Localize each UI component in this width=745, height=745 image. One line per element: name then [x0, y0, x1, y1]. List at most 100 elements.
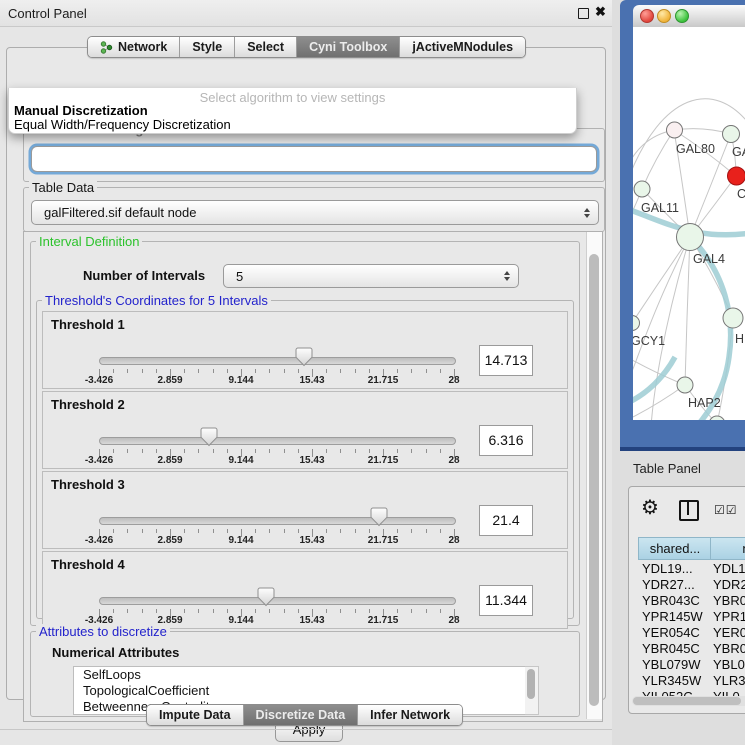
threshold-label: Threshold 3	[51, 477, 125, 492]
close-traffic-light-icon[interactable]	[640, 9, 654, 23]
slider-tick	[269, 609, 270, 613]
stepper-arrows-icon	[504, 271, 510, 281]
slider-tick	[142, 609, 143, 613]
column-header-name[interactable]: n	[710, 537, 745, 560]
table-row[interactable]: YLR345WYLR3	[629, 673, 745, 689]
tab-jactivemnodules[interactable]: jActiveMNodules	[399, 37, 525, 57]
slider-tick	[355, 529, 356, 533]
tab-network[interactable]: Network	[88, 37, 179, 57]
numerical-attributes-label: Numerical Attributes	[52, 645, 179, 660]
scrollbar-thumb[interactable]	[527, 669, 535, 699]
scrollbar-thumb[interactable]	[633, 697, 741, 705]
slider-tick-label: 15.43	[299, 375, 324, 386]
network-canvas[interactable]: GAL80GACGAL11GAL4GCY1HHAP2	[633, 27, 745, 420]
tab-style[interactable]: Style	[179, 37, 234, 57]
slider-tick-label: 28	[448, 375, 459, 386]
slider-tick	[142, 449, 143, 453]
threshold-value-field[interactable]: 14.713	[479, 345, 533, 376]
slider-tick-label: 9.144	[228, 455, 253, 466]
table-row[interactable]: YPR145WYPR1	[629, 609, 745, 625]
network-node[interactable]	[677, 377, 693, 393]
attribute-item-topologicalcoefficient[interactable]: TopologicalCoefficient	[74, 683, 526, 699]
slider-tick	[298, 369, 299, 373]
tab-discretize-data[interactable]: Discretize Data	[243, 705, 358, 725]
threshold-panel-2: Threshold 2-3.4262.8599.14415.4321.71528…	[42, 391, 568, 469]
slider-track[interactable]	[99, 597, 456, 605]
slider-track[interactable]	[99, 357, 456, 365]
cell-shared-name: YDR27...	[642, 577, 695, 592]
cell-shared-name: YLR345W	[642, 673, 701, 688]
algorithm-combobox[interactable]	[31, 146, 597, 172]
horizontal-scrollbar[interactable]	[632, 696, 745, 706]
column-header-shared[interactable]: shared...	[638, 537, 712, 560]
cell-shared-name: YPR145W	[642, 609, 703, 624]
vertical-scrollbar[interactable]	[586, 232, 602, 719]
network-node[interactable]	[723, 126, 740, 143]
network-node[interactable]	[633, 316, 640, 331]
attributes-list-scrollbar[interactable]	[525, 666, 539, 715]
slider-thumb[interactable]	[295, 347, 313, 367]
slider-tick	[284, 369, 285, 373]
tab-select[interactable]: Select	[234, 37, 296, 57]
slider-tick-label: 9.144	[228, 615, 253, 626]
slider-thumb[interactable]	[200, 427, 218, 447]
cyni-toolbox-panel: Discretization Algorithm Table Data galF…	[6, 47, 606, 700]
slider-tick	[426, 609, 427, 613]
minimize-traffic-light-icon[interactable]	[657, 9, 671, 23]
network-node[interactable]	[723, 308, 743, 328]
slider-tick	[142, 529, 143, 533]
table-data-combobox[interactable]: galFiltered.sif default node	[31, 200, 599, 225]
zoom-traffic-light-icon[interactable]	[675, 9, 689, 23]
slider-tick-label: 21.715	[368, 455, 399, 466]
tab-infer-network[interactable]: Infer Network	[357, 705, 462, 725]
threshold-value-field[interactable]: 21.4	[479, 505, 533, 536]
slider-tick	[213, 449, 214, 453]
columns-icon[interactable]	[679, 500, 699, 521]
table-row[interactable]: YDR27...YDR2	[629, 577, 745, 593]
slider-track[interactable]	[99, 437, 456, 445]
network-edge	[633, 385, 685, 419]
slider-tick-label: 21.715	[368, 615, 399, 626]
network-node[interactable]	[728, 167, 745, 185]
slider-track[interactable]	[99, 517, 456, 525]
table-row[interactable]: YBL079WYBL0	[629, 657, 745, 673]
slider-tick	[440, 609, 441, 613]
slider-thumb[interactable]	[370, 507, 388, 527]
slider-tick	[355, 449, 356, 453]
slider-tick	[184, 529, 185, 533]
gear-icon[interactable]: ⚙	[641, 495, 659, 520]
slider-thumb[interactable]	[257, 587, 275, 607]
cell-shared-name: YBL079W	[642, 657, 701, 672]
slider-tick	[227, 529, 228, 533]
slider-tick	[156, 369, 157, 373]
close-icon[interactable]: ✖	[595, 4, 606, 20]
table-row[interactable]: YBR043CYBR0	[629, 593, 745, 609]
tab-impute-data[interactable]: Impute Data	[147, 705, 243, 725]
scrollbar-thumb[interactable]	[589, 254, 599, 706]
slider-tick	[184, 609, 185, 613]
number-of-intervals-combobox[interactable]: 5	[223, 264, 519, 288]
network-node[interactable]	[667, 122, 683, 138]
threshold-value-field[interactable]: 11.344	[479, 585, 533, 616]
threshold-value-field[interactable]: 6.316	[479, 425, 533, 456]
table-row[interactable]: YER054CYER0	[629, 625, 745, 641]
slider-tick-label: 9.144	[228, 535, 253, 546]
slider-tick	[440, 449, 441, 453]
menu-item-manual-discretization[interactable]: Manual Discretization	[14, 103, 148, 118]
slider-tick	[326, 529, 327, 533]
network-node[interactable]	[634, 181, 650, 197]
network-node[interactable]	[709, 416, 725, 420]
attribute-item-selfloops[interactable]: SelfLoops	[74, 667, 526, 683]
slider-tick	[369, 529, 370, 533]
slider-tick-label: 21.715	[368, 375, 399, 386]
table-row[interactable]: YBR045CYBR0	[629, 641, 745, 657]
menu-item-equal-width-frequency[interactable]: Equal Width/Frequency Discretization	[14, 117, 231, 132]
checkbox-icons[interactable]: ☑☑	[714, 503, 738, 517]
tab-label: Discretize Data	[256, 708, 346, 722]
slider-tick	[298, 449, 299, 453]
network-node[interactable]	[677, 224, 704, 251]
float-window-icon[interactable]	[578, 8, 589, 19]
slider-tick	[156, 449, 157, 453]
tab-cyni-toolbox[interactable]: Cyni Toolbox	[296, 37, 399, 57]
table-row[interactable]: YDL19...YDL1	[629, 561, 745, 577]
